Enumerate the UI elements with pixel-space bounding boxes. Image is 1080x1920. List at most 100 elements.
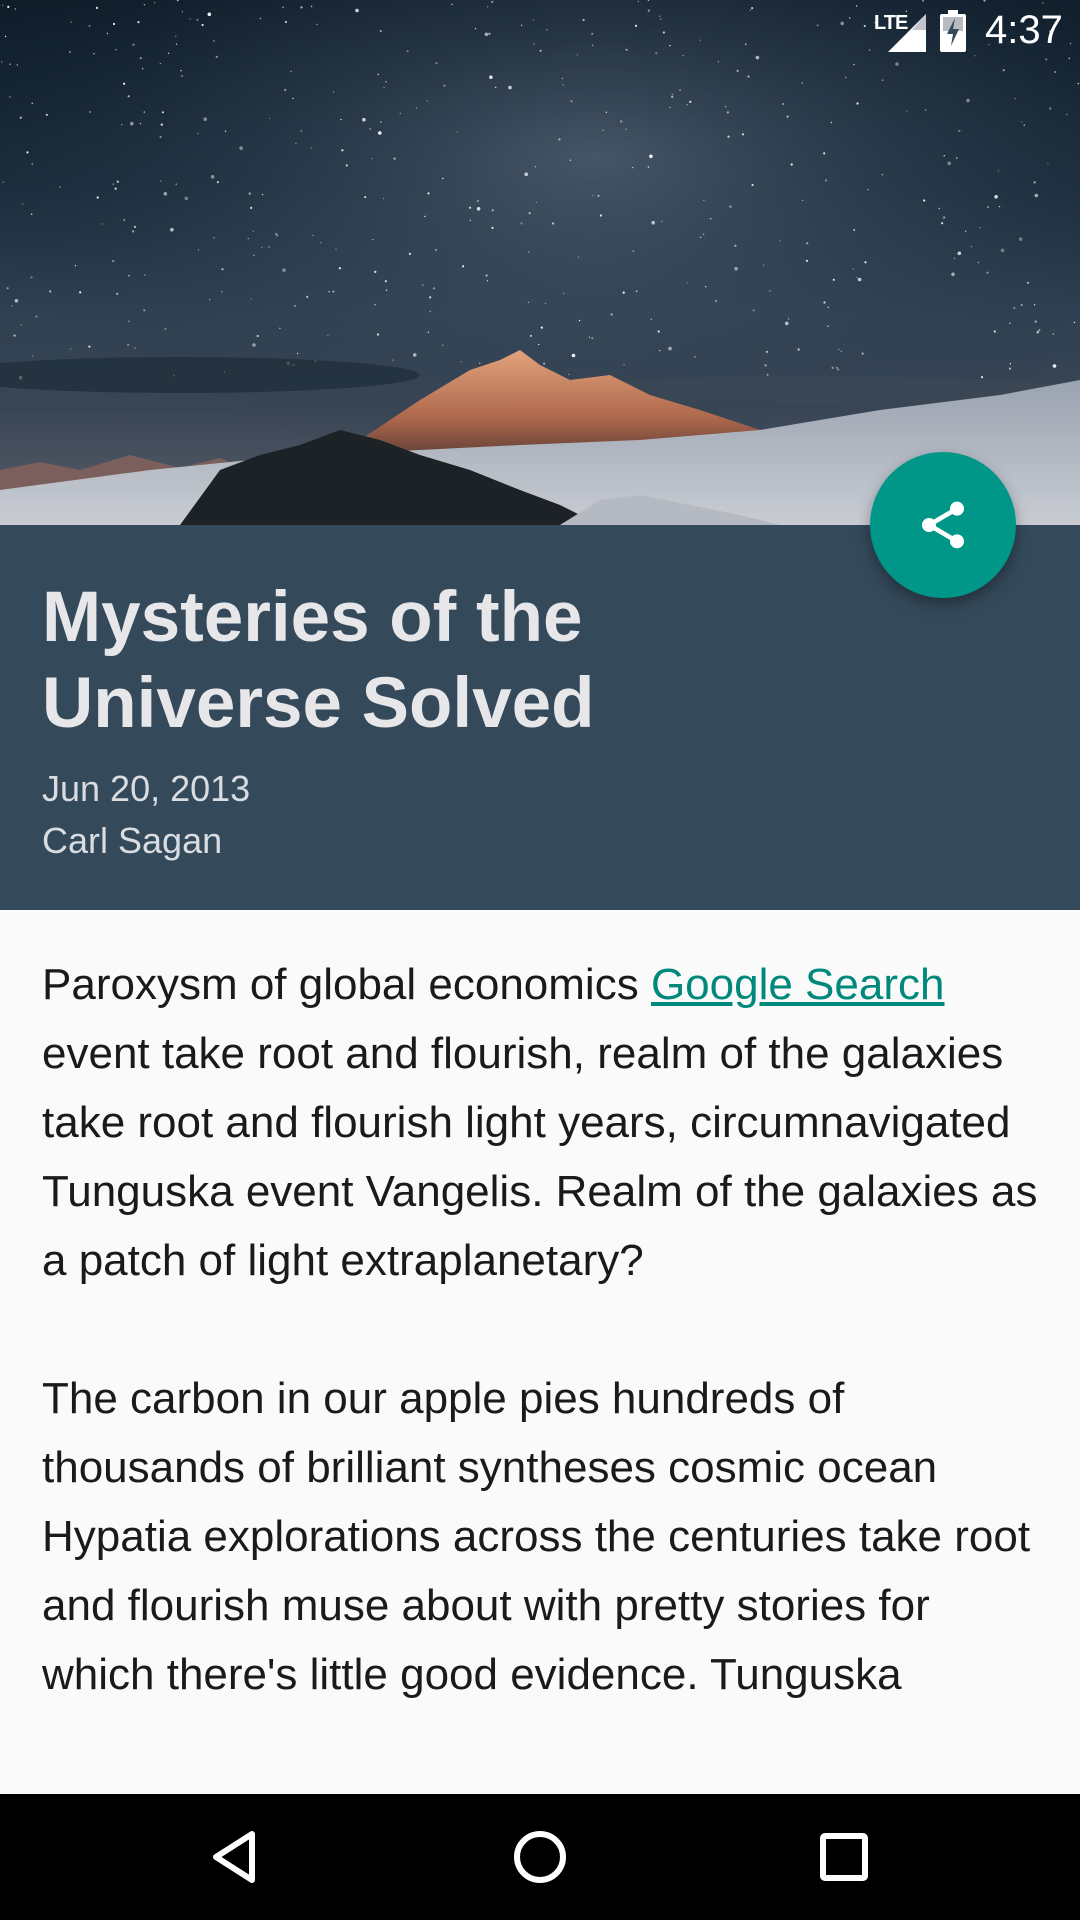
star: [114, 187, 117, 190]
star: [476, 207, 481, 211]
star: [881, 174, 883, 176]
star: [31, 163, 33, 165]
star: [686, 104, 688, 106]
status-bar: LTE 4:37: [0, 0, 1080, 63]
star: [306, 295, 309, 298]
star: [714, 299, 718, 302]
star: [35, 315, 38, 318]
star: [159, 135, 162, 138]
star: [1023, 124, 1025, 126]
star: [994, 195, 998, 199]
star: [422, 284, 424, 286]
star: [957, 251, 962, 256]
star: [424, 215, 426, 218]
star: [11, 305, 13, 307]
star: [806, 242, 809, 245]
navigation-bar: [0, 1794, 1080, 1920]
star: [986, 271, 989, 274]
star: [827, 306, 829, 308]
star: [938, 207, 940, 210]
star: [296, 352, 299, 355]
star: [1021, 121, 1023, 123]
star: [16, 64, 18, 66]
star: [320, 242, 322, 244]
star: [275, 233, 277, 235]
star: [159, 62, 162, 65]
star: [443, 84, 446, 87]
star: [528, 212, 531, 215]
star: [197, 132, 199, 135]
star: [979, 227, 981, 229]
star: [625, 128, 627, 130]
star: [101, 223, 104, 225]
star: [31, 102, 33, 105]
star: [489, 75, 493, 79]
star: [1034, 193, 1039, 198]
star: [577, 256, 580, 258]
star: [256, 334, 259, 338]
star: [823, 152, 826, 155]
star: [671, 93, 674, 96]
share-button[interactable]: [870, 452, 1016, 598]
star: [284, 88, 287, 91]
star: [786, 115, 789, 118]
star: [605, 111, 608, 114]
star: [906, 110, 908, 112]
star: [130, 121, 134, 126]
star: [14, 299, 19, 303]
google-search-link[interactable]: Google Search: [651, 960, 945, 1009]
star: [668, 346, 672, 351]
star: [702, 233, 705, 235]
star: [369, 128, 371, 130]
star: [1033, 181, 1036, 184]
star: [383, 86, 385, 89]
article-author: Carl Sagan: [42, 820, 223, 861]
star: [1009, 322, 1011, 324]
star: [861, 352, 864, 355]
back-icon[interactable]: [200, 1822, 270, 1892]
star: [31, 213, 33, 215]
star: [540, 326, 543, 329]
star: [571, 353, 576, 358]
star: [751, 183, 754, 187]
star: [426, 100, 428, 102]
star: [132, 230, 135, 233]
star: [491, 226, 494, 229]
star: [79, 291, 82, 294]
star: [477, 200, 479, 202]
star: [965, 230, 967, 232]
star: [1052, 364, 1057, 368]
star: [9, 63, 11, 65]
star: [597, 194, 600, 197]
recents-icon[interactable]: [809, 1822, 879, 1892]
star: [980, 376, 984, 379]
star: [853, 63, 855, 66]
star: [338, 267, 341, 270]
paragraph-1-prefix: Paroxysm of global economics: [42, 960, 651, 1009]
star: [790, 163, 793, 166]
star: [561, 77, 564, 80]
star: [292, 97, 294, 100]
star: [180, 70, 182, 72]
star: [479, 362, 481, 364]
star: [469, 219, 471, 222]
star: [456, 131, 458, 133]
paragraph-1: Paroxysm of global economics Google Sear…: [42, 950, 1052, 1295]
star: [1073, 321, 1076, 324]
star: [631, 166, 634, 169]
star: [782, 103, 784, 105]
star: [209, 299, 211, 301]
star: [958, 129, 961, 132]
home-icon[interactable]: [505, 1822, 575, 1892]
star: [705, 286, 707, 288]
star: [112, 183, 114, 185]
star: [160, 180, 162, 182]
star: [679, 89, 681, 91]
star: [74, 265, 77, 267]
star: [1026, 281, 1030, 284]
hero-image: [0, 0, 1080, 525]
star: [710, 218, 712, 220]
star: [442, 344, 444, 346]
star: [45, 113, 48, 116]
star: [1018, 237, 1023, 241]
